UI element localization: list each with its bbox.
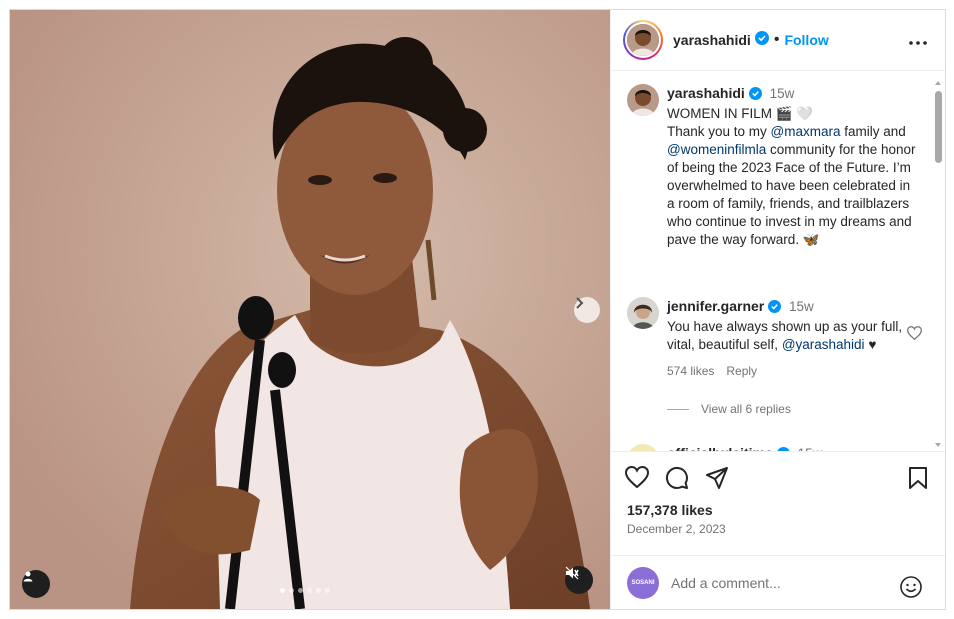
follow-button[interactable]: Follow [784, 32, 828, 48]
caption-title: WOMEN IN FILM 🎬 🤍 [667, 106, 814, 121]
post-actions: 157,378 likes December 2, 2023 [611, 451, 945, 545]
scrollbar-thumb[interactable] [935, 91, 942, 163]
share-icon[interactable] [705, 466, 729, 495]
caption-username[interactable]: yarashahidi [667, 85, 745, 101]
more-options-icon[interactable] [909, 32, 927, 50]
separator-dot: • [773, 31, 780, 48]
post-side-panel: yarashahidi • Follow yarashahidi 15w WOM… [610, 10, 945, 609]
comment-text-suffix: ♥ [864, 337, 877, 352]
replies-divider [667, 408, 689, 410]
caption-text-3: community for the honor of being the 202… [667, 142, 916, 247]
view-replies-button[interactable]: View all 6 replies [667, 402, 791, 416]
reply-button[interactable]: Reply [726, 364, 757, 378]
add-comment-bar: SOSANI [611, 555, 945, 609]
carousel-indicator [280, 588, 330, 593]
tagged-users-button[interactable] [22, 570, 50, 598]
verified-badge-icon [754, 30, 769, 50]
verified-badge-icon [748, 87, 762, 105]
comment-avatar[interactable] [627, 444, 659, 451]
scroll-down-icon[interactable] [934, 441, 942, 449]
comments-scrollbar[interactable] [934, 79, 942, 449]
comment-like-heart-icon[interactable] [906, 326, 923, 345]
comment-username[interactable]: jennifer.garner [667, 298, 764, 314]
caption-avatar[interactable] [627, 84, 659, 116]
carousel-dot [298, 588, 303, 593]
bookmark-icon[interactable] [908, 467, 928, 494]
comment-time[interactable]: 15w [789, 299, 814, 314]
caption-text: Thank you to my @maxmara family and @wom… [667, 123, 917, 249]
caption-time[interactable]: 15w [770, 86, 795, 101]
heart-icon[interactable] [624, 465, 650, 495]
comment-item: jennifer.garner 15w You have always show… [627, 297, 917, 380]
post-dialog: yarashahidi • Follow yarashahidi 15w WOM… [9, 9, 946, 610]
carousel-dot [325, 588, 330, 593]
mention-link[interactable]: @yarashahidi [782, 337, 865, 352]
comments-list[interactable]: yarashahidi 15w WOMEN IN FILM 🎬 🤍 Thank … [611, 71, 945, 451]
carousel-dot [280, 588, 285, 593]
emoji-icon[interactable] [900, 576, 922, 603]
caption-text-1: Thank you to my [667, 124, 771, 139]
carousel-dot [289, 588, 294, 593]
comment-icon[interactable] [665, 466, 689, 495]
post-header: yarashahidi • Follow [611, 10, 945, 71]
carousel-dot [307, 588, 312, 593]
next-slide-button[interactable] [574, 297, 600, 323]
comment-input[interactable] [671, 574, 871, 591]
current-user-avatar[interactable]: SOSANI [627, 566, 659, 599]
comment-avatar[interactable] [627, 297, 659, 329]
post-date[interactable]: December 2, 2023 [627, 522, 726, 536]
mention-link[interactable]: @womeninfilmla [667, 142, 766, 157]
mute-toggle-button[interactable] [565, 566, 593, 594]
caption: yarashahidi 15w WOMEN IN FILM 🎬 🤍 Thank … [627, 84, 917, 249]
comment-likes[interactable]: 574 likes [667, 364, 714, 378]
scroll-up-icon[interactable] [934, 79, 942, 87]
likes-count[interactable]: 157,378 likes [627, 502, 713, 518]
comment-item: officiallydaitime 15w [627, 444, 917, 451]
post-media[interactable] [10, 10, 610, 609]
mention-link[interactable]: @maxmara [771, 124, 841, 139]
author-avatar[interactable] [623, 20, 663, 60]
verified-badge-icon [768, 300, 782, 318]
carousel-dot [316, 588, 321, 593]
author-username[interactable]: yarashahidi [673, 32, 751, 48]
video-frame [10, 10, 610, 609]
caption-text-2: family and [840, 124, 906, 139]
view-replies-label: View all 6 replies [701, 402, 791, 416]
comment-text: You have always shown up as your full, v… [667, 318, 917, 354]
